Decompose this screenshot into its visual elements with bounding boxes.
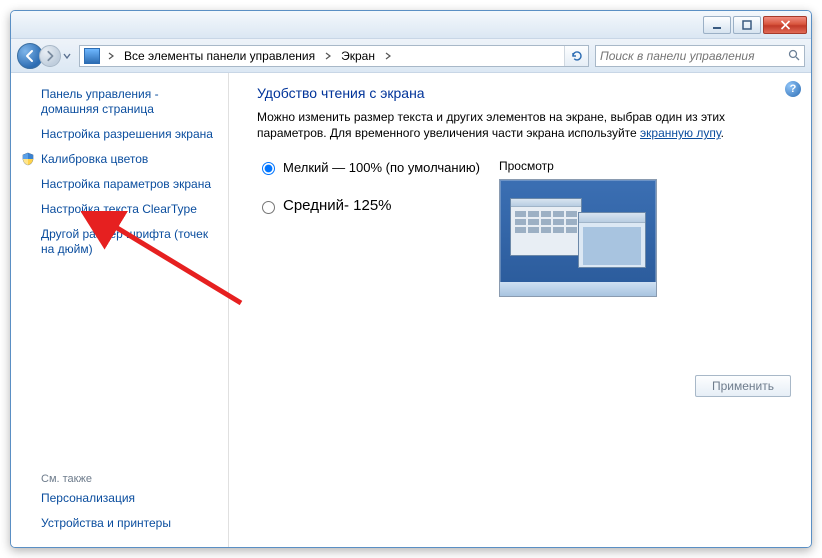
search-icon [784,46,804,66]
preview-label: Просмотр [499,159,657,173]
sidebar-item-label: Калибровка цветов [41,152,148,166]
sidebar-calibration-link[interactable]: Калибровка цветов [15,148,220,173]
option-label: Мелкий — 100% (по умолчанию) [283,160,480,175]
sidebar-params-link[interactable]: Настройка параметров экрана [15,173,220,198]
nav-buttons [17,43,73,69]
main-area: Панель управления - домашняя страница На… [11,73,811,547]
option-medium[interactable]: Средний- 125% [257,197,487,214]
sidebar-personalization-link[interactable]: Персонализация [15,487,220,512]
sidebar-see-also: См. также Персонализация Устройства и пр… [15,461,220,537]
page-heading: Удобство чтения с экрана [257,85,791,101]
button-row: Применить [695,375,791,397]
search-input[interactable] [596,49,784,63]
radio-small[interactable] [262,162,275,175]
sidebar-home-link[interactable]: Панель управления - домашняя страница [15,83,220,123]
sidebar-cleartype-link[interactable]: Настройка текста ClearType [15,198,220,223]
titlebar [11,11,811,39]
option-small[interactable]: Мелкий — 100% (по умолчанию) [257,159,487,175]
see-also-heading: См. также [15,469,220,487]
page-description: Можно изменить размер текста и других эл… [257,109,791,141]
close-button[interactable] [763,16,807,34]
sidebar: Панель управления - домашняя страница На… [11,73,229,547]
content-pane: ? Удобство чтения с экрана Можно изменит… [229,73,811,547]
shield-icon [21,152,35,166]
breadcrumb-all-items[interactable]: Все элементы панели управления [118,46,321,66]
breadcrumb-sep-icon[interactable] [321,46,335,66]
apply-button[interactable]: Применить [695,375,791,397]
breadcrumb-sep-icon[interactable] [104,46,118,66]
option-label: Средний- 125% [283,197,392,214]
sidebar-resolution-link[interactable]: Настройка разрешения экрана [15,123,220,148]
forward-button[interactable] [39,45,61,67]
control-panel-icon [84,48,100,64]
radio-medium[interactable] [262,201,275,214]
search-box[interactable] [595,45,805,67]
sidebar-dpi-link[interactable]: Другой размер шрифта (точек на дюйм) [15,223,220,263]
sidebar-devices-link[interactable]: Устройства и принтеры [15,512,220,537]
address-bar[interactable]: Все элементы панели управления Экран [79,45,589,67]
size-options: Мелкий — 100% (по умолчанию) Средний- 12… [257,159,791,297]
refresh-button[interactable] [564,46,588,66]
breadcrumb-display[interactable]: Экран [335,46,381,66]
history-dropdown-icon[interactable] [61,47,73,65]
nav-row: Все элементы панели управления Экран [11,39,811,73]
preview-image [499,179,657,297]
breadcrumb-sep-icon[interactable] [381,46,395,66]
control-panel-window: Все элементы панели управления Экран Пан… [10,10,812,548]
minimize-button[interactable] [703,16,731,34]
help-icon[interactable]: ? [785,81,801,97]
maximize-button[interactable] [733,16,761,34]
magnifier-link[interactable]: экранную лупу [640,126,721,140]
